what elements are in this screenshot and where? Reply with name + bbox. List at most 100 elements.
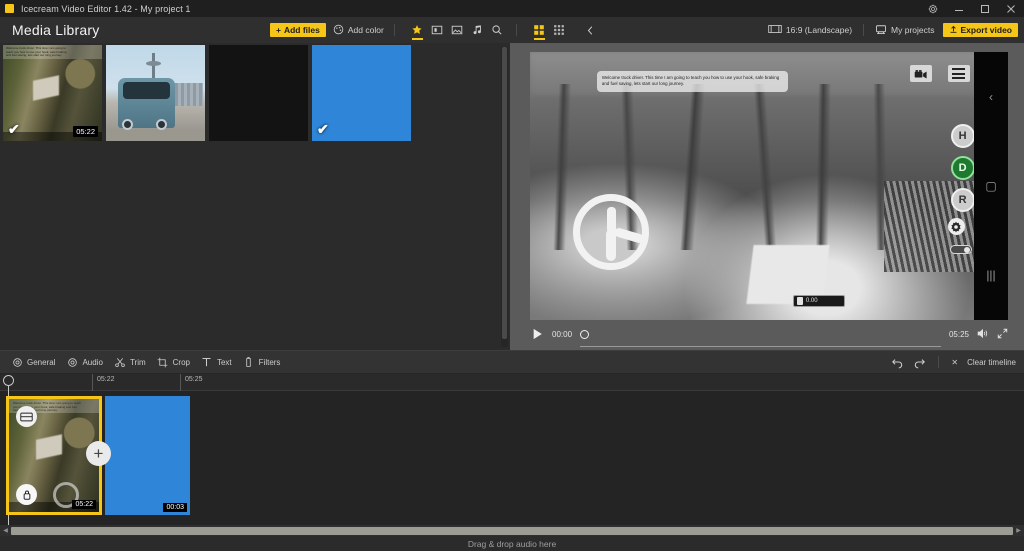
app-logo-icon <box>5 4 14 13</box>
tool-filters[interactable]: Filters <box>243 356 280 368</box>
settings-gear-icon[interactable] <box>920 0 946 17</box>
nav-back-icon[interactable]: ‹ <box>989 90 993 104</box>
fuel-can-icon <box>796 296 803 305</box>
media-item-black-clip[interactable] <box>209 45 308 141</box>
gear-button-h[interactable]: H <box>950 124 975 149</box>
title-bar: Icecream Video Editor 1.42 - My project … <box>0 0 1024 17</box>
tool-text[interactable]: Text <box>201 356 232 368</box>
playback-controls: 00:00 05:25 <box>530 324 1008 347</box>
ruler-tick-label: 05:25 <box>185 376 203 383</box>
fullscreen-icon[interactable] <box>997 328 1008 341</box>
camera-icon[interactable] <box>909 65 932 83</box>
nav-recents-icon[interactable]: ||| <box>986 268 995 282</box>
maximize-icon[interactable] <box>972 0 998 17</box>
gear-button-d[interactable]: D <box>950 156 975 181</box>
grid-small-icon[interactable] <box>551 22 568 39</box>
timeline-ruler[interactable]: 05:22 05:25 <box>0 374 1024 391</box>
seek-bar[interactable] <box>580 329 941 347</box>
seek-knob[interactable] <box>580 329 590 339</box>
scroll-left-arrow[interactable]: ◀ <box>0 525 11 536</box>
add-transition-button[interactable]: + <box>86 441 111 466</box>
van-wheel-right-detail <box>155 119 167 131</box>
clip-duration: 00:03 <box>163 503 187 512</box>
tool-crop-label: Crop <box>172 357 190 367</box>
right-tools-divider <box>938 356 940 368</box>
seek-track <box>580 346 941 347</box>
play-icon[interactable] <box>530 327 544 341</box>
filter-icon <box>243 356 255 368</box>
add-files-button[interactable]: + Add files <box>270 23 326 37</box>
playhead-handle[interactable] <box>3 375 14 386</box>
media-item-blue-color-clip[interactable]: ✔ <box>312 45 411 141</box>
export-video-button[interactable]: Export video <box>942 23 1018 37</box>
clip-duration: 05:22 <box>72 500 96 509</box>
media-item-duration: 05:22 <box>73 126 98 137</box>
ruler-tick: 05:22 <box>92 374 115 391</box>
gear-button-r[interactable]: R <box>950 188 975 213</box>
library-scrollbar-thumb[interactable] <box>502 47 507 339</box>
header-bar: Media Library + Add files Add color 16:9… <box>0 17 1024 43</box>
image-icon[interactable] <box>449 22 466 39</box>
minimize-icon[interactable] <box>946 0 972 17</box>
audio-track-area: ◀ ▶ Drag & drop audio here <box>0 525 1024 551</box>
gear-icon <box>66 356 78 368</box>
collapse-library-icon[interactable] <box>583 22 599 38</box>
view-divider <box>515 24 517 36</box>
app-window: Icecream Video Editor 1.42 - My project … <box>0 0 1024 551</box>
ruler-tick: 05:25 <box>180 374 203 391</box>
palette-icon <box>333 24 344 37</box>
close-icon[interactable] <box>998 0 1024 17</box>
grid-large-icon[interactable] <box>531 22 548 40</box>
aspect-ratio-label: 16:9 (Landscape) <box>785 25 853 35</box>
ruler-tick-label: 05:22 <box>97 376 115 383</box>
hamburger-icon[interactable] <box>947 65 970 83</box>
gear-icon <box>11 356 23 368</box>
timeline-panel: 05:22 05:25 Welcome truck driver. This t… <box>0 374 1024 525</box>
edit-toolbar: General Audio Trim Crop Text Filters ✕ C… <box>0 350 1024 374</box>
my-projects-label: My projects <box>891 25 935 35</box>
horizontal-scrollbar-thumb[interactable] <box>11 526 1013 535</box>
tool-trim-label: Trim <box>129 357 146 367</box>
clear-timeline-x-icon: ✕ <box>951 357 959 367</box>
search-icon[interactable] <box>489 22 506 39</box>
media-item-van-city-clip[interactable] <box>106 45 205 141</box>
transition-icon[interactable] <box>429 22 446 39</box>
edit-toolbar-right: ✕ Clear timeline <box>891 356 1016 369</box>
tool-audio[interactable]: Audio <box>66 356 103 368</box>
library-vertical-scrollbar[interactable] <box>501 47 508 347</box>
volume-icon[interactable] <box>977 328 989 341</box>
media-item-check-icon: ✔ <box>317 121 329 137</box>
gear-icon[interactable] <box>947 218 965 236</box>
timeline-clip-blue-color[interactable]: 00:03 <box>105 396 190 515</box>
hud-toggle-switch[interactable] <box>950 244 973 254</box>
media-item-truck-game-clip[interactable]: Welcome truck driver. This time I am goi… <box>3 45 102 141</box>
video-stage[interactable]: Welcome truck driver. This time I am goi… <box>530 52 1008 320</box>
projects-icon <box>875 24 887 37</box>
media-thumb-detail <box>32 74 59 101</box>
star-icon[interactable] <box>409 22 426 40</box>
aspect-ratio-button[interactable]: 16:9 (Landscape) <box>768 24 852 36</box>
my-projects-button[interactable]: My projects <box>875 24 935 37</box>
current-time: 00:00 <box>552 329 573 339</box>
scroll-right-arrow[interactable]: ▶ <box>1013 525 1024 536</box>
tool-text-label: Text <box>216 357 232 367</box>
lock-icon[interactable] <box>16 484 37 505</box>
tool-trim[interactable]: Trim <box>114 356 146 368</box>
transition-icon[interactable] <box>16 406 37 427</box>
tool-general[interactable]: General <box>11 356 55 368</box>
timeline-horizontal-scrollbar[interactable]: ◀ ▶ <box>0 525 1024 536</box>
tool-crop[interactable]: Crop <box>157 356 190 368</box>
view-icon-row <box>531 22 568 40</box>
redo-icon[interactable] <box>913 356 926 369</box>
music-icon[interactable] <box>469 22 486 39</box>
clear-timeline-label[interactable]: Clear timeline <box>967 358 1016 367</box>
preview-panel: Welcome truck driver. This time I am goi… <box>510 43 1024 350</box>
add-color-button[interactable]: Add color <box>333 24 384 37</box>
clip-thumb-detail <box>36 434 62 461</box>
audio-dropzone[interactable]: Drag & drop audio here <box>0 536 1024 551</box>
steering-wheel-icon[interactable] <box>573 194 650 271</box>
media-thumbnail-grid: Welcome truck driver. This time I am goi… <box>3 45 411 141</box>
media-item-subtitle-overlay: Welcome truck driver. This time I am goi… <box>6 46 67 58</box>
nav-home-icon[interactable]: ▢ <box>985 179 996 193</box>
undo-icon[interactable] <box>891 356 904 369</box>
